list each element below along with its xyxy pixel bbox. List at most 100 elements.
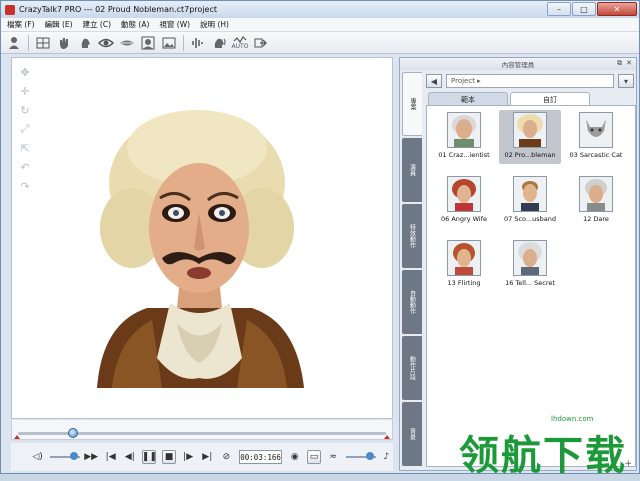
back-icon[interactable]: ◀	[426, 74, 442, 88]
panel-close-icon[interactable]: ✕	[626, 59, 632, 68]
menu-file[interactable]: 檔案 (F)	[7, 19, 35, 30]
list-item[interactable]: 12 Dare	[565, 174, 627, 228]
volume-icon[interactable]: ◁)	[31, 450, 44, 464]
timecode-display[interactable]: 00:03:166	[238, 450, 283, 464]
maximize-button[interactable]: □	[572, 2, 596, 16]
image-icon[interactable]	[160, 34, 178, 52]
watermark-url: lhdown.com	[551, 415, 594, 423]
list-item[interactable]: 06 Angry Wife	[433, 174, 495, 228]
pause-button[interactable]: ❚❚	[142, 450, 157, 464]
item-label: 06 Angry Wife	[441, 215, 487, 223]
loop-icon[interactable]: ⊘	[220, 450, 233, 464]
move-icon[interactable]: ✥	[16, 64, 34, 80]
toolbar-separator	[28, 34, 29, 51]
skip-start-icon[interactable]: |◀	[104, 450, 117, 464]
vtab-auto-motion[interactable]: 自動動作	[402, 270, 422, 334]
grid-icon[interactable]	[34, 34, 52, 52]
preview-stage[interactable]: ✥ ✛ ↻ ⤢ ⇱ ↶ ↷	[11, 57, 393, 419]
minimize-button[interactable]: –	[547, 2, 571, 16]
vtab-special-motion[interactable]: 特效動作	[402, 204, 422, 268]
next-frame-icon[interactable]: ▶▶	[84, 450, 98, 464]
head-icon[interactable]	[76, 34, 94, 52]
next-icon[interactable]: |▶	[182, 450, 195, 464]
auto-label: AUTO	[231, 42, 249, 50]
vtab-project[interactable]: 專案	[402, 72, 422, 136]
auto-icon[interactable]: AUTO	[231, 34, 249, 52]
script-button[interactable]: ▭	[307, 450, 321, 464]
person-icon[interactable]	[5, 34, 23, 52]
app-logo-icon	[5, 4, 15, 15]
title-bar: CrazyTalk7 PRO --- 02 Proud Nobleman.ct7…	[1, 1, 639, 18]
prev-frame-icon[interactable]: ◀|	[123, 450, 136, 464]
volume-slider[interactable]	[50, 450, 81, 464]
float-panel-icon[interactable]: ⧉	[617, 59, 622, 68]
end-marker[interactable]	[384, 435, 390, 439]
timeline-bar	[11, 420, 393, 440]
stop-button[interactable]: ■	[162, 450, 176, 464]
content-subtabs: 範本 自訂	[428, 92, 628, 106]
project-thumbnail	[513, 112, 547, 148]
content-manager-panel: 內容管理員 ⧉ ✕ 專案 演員 特效動作 自動動作 動作片段 背景 ◀ Proj…	[399, 57, 637, 471]
list-item[interactable]: 03 Sarcastic Cat	[565, 110, 627, 164]
export-icon[interactable]	[252, 34, 270, 52]
nobleman-portrait	[97, 110, 304, 388]
project-thumbnail	[579, 176, 613, 212]
voice-icon[interactable]	[210, 34, 228, 52]
item-label: 07 Sco...usband	[504, 215, 556, 223]
audio-wave-icon[interactable]	[189, 34, 207, 52]
panel-navbar: ◀ Project ▸ ▾	[426, 72, 634, 90]
fit-icon[interactable]: ⇱	[16, 140, 34, 156]
project-thumbnail	[513, 240, 547, 276]
vtab-background[interactable]: 背景	[402, 402, 422, 466]
list-item[interactable]: 01 Craz...ientist	[433, 110, 495, 164]
start-marker[interactable]	[14, 435, 20, 439]
menu-animation[interactable]: 動態 (A)	[121, 19, 149, 30]
main-toolbar: AUTO	[1, 32, 639, 54]
undo-icon[interactable]: ↶	[16, 159, 34, 175]
scale-icon[interactable]: ⤢	[16, 121, 34, 137]
pan-icon[interactable]: ✛	[16, 83, 34, 99]
project-thumbnail	[447, 240, 481, 276]
view-menu-icon[interactable]: ▾	[618, 74, 634, 88]
window-title: CrazyTalk7 PRO --- 02 Proud Nobleman.ct7…	[19, 5, 217, 14]
timeline-playhead[interactable]	[68, 428, 79, 438]
menu-window[interactable]: 視窗 (W)	[159, 19, 190, 30]
hand-icon[interactable]	[55, 34, 73, 52]
close-button[interactable]: ✕	[597, 2, 637, 16]
menu-edit[interactable]: 編輯 (E)	[45, 19, 73, 30]
camera-icon[interactable]: ◉	[288, 450, 301, 464]
breadcrumb[interactable]: Project ▸	[446, 74, 614, 88]
project-thumbnail	[447, 176, 481, 212]
content-grid-area: 01 Craz...ientist 02 Pro...bleman 03 Sar…	[426, 105, 636, 467]
menu-help[interactable]: 說明 (H)	[200, 19, 229, 30]
panel-header: 內容管理員 ⧉ ✕	[400, 58, 636, 70]
item-label: 13 Flirting	[447, 279, 481, 287]
item-label: 12 Dare	[583, 215, 609, 223]
rotate-icon[interactable]: ↻	[16, 102, 34, 118]
transport-controls: ◁) ▶▶ |◀ ◀| ❚❚ ■ |▶ ▶| ⊘ 00:03:166 ◉ ▭ ≈…	[11, 443, 393, 471]
toolbar-separator	[183, 34, 184, 51]
list-item[interactable]: 07 Sco...usband	[499, 174, 561, 228]
mouth-icon[interactable]	[118, 34, 136, 52]
vtab-motion-clip[interactable]: 動作片段	[402, 336, 422, 400]
speed-slider[interactable]	[345, 450, 376, 464]
redo-icon[interactable]: ↷	[16, 178, 34, 194]
face-frame-icon[interactable]	[139, 34, 157, 52]
eye-icon[interactable]	[97, 34, 115, 52]
skip-end-icon[interactable]: ▶|	[201, 450, 214, 464]
music-note-icon[interactable]: ♪	[380, 450, 393, 464]
project-thumbnail	[579, 112, 613, 148]
item-label: 16 Tell... Secret	[505, 279, 555, 287]
vertical-tabs: 專案 演員 特效動作 自動動作 動作片段 背景	[402, 72, 422, 468]
list-item[interactable]: 16 Tell... Secret	[499, 238, 561, 292]
list-item[interactable]: 13 Flirting	[433, 238, 495, 292]
project-grid: 01 Craz...ientist 02 Pro...bleman 03 Sar…	[433, 110, 629, 292]
vtab-actor[interactable]: 演員	[402, 138, 422, 202]
wave-icon[interactable]: ≈	[327, 450, 340, 464]
panel-title: 內容管理員	[501, 61, 535, 69]
tab-custom[interactable]: 自訂	[510, 92, 590, 106]
tab-template[interactable]: 範本	[428, 92, 508, 106]
item-label: 01 Craz...ientist	[438, 151, 490, 159]
menu-create[interactable]: 建立 (C)	[83, 19, 111, 30]
list-item-selected[interactable]: 02 Pro...bleman	[499, 110, 561, 164]
